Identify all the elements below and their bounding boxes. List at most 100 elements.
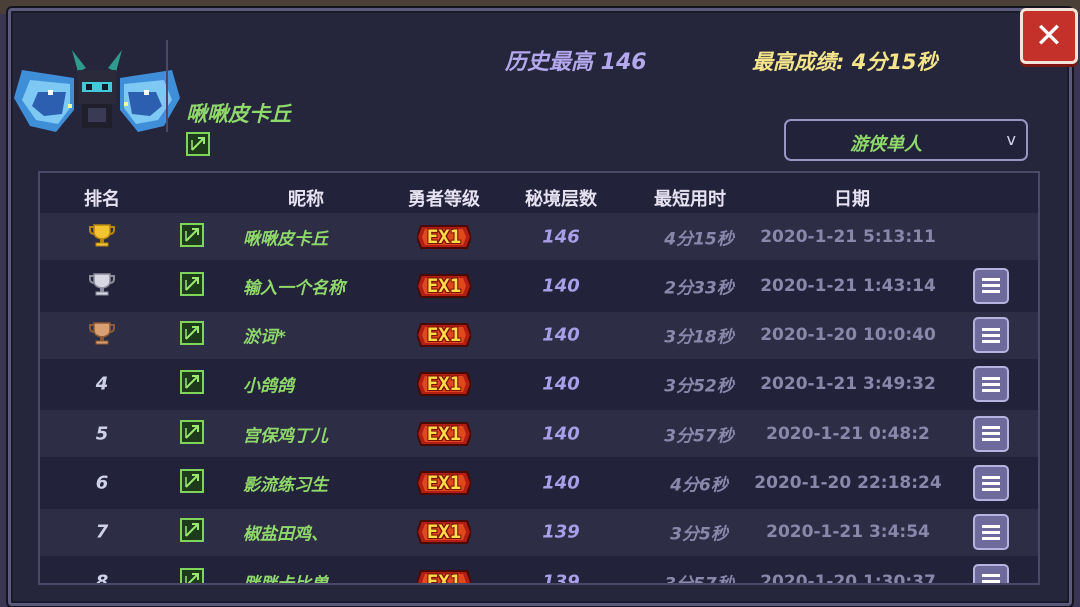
table-row: 8 胖胖卡比兽 EX1 139 3分57秒 2020-1-20 1:30:37 bbox=[40, 558, 1038, 585]
hero-level-badge: EX1 bbox=[417, 517, 471, 547]
dungeon-layers: 140 bbox=[542, 472, 580, 494]
record-date: 2020-1-21 5:13:11 bbox=[760, 226, 936, 247]
menu-icon bbox=[973, 366, 1009, 403]
hero-level-badge: EX1 bbox=[417, 567, 471, 585]
ranger-class-icon bbox=[180, 321, 204, 349]
header-layers: 秘境层数 bbox=[525, 189, 597, 210]
ranger-class-icon bbox=[180, 271, 204, 300]
best-score: 最高成绩: 4分15秒 bbox=[752, 50, 938, 74]
player-nickname: 淤词* bbox=[243, 327, 286, 348]
hero-level-text: EX1 bbox=[426, 225, 462, 248]
ranger-class-icon bbox=[180, 419, 204, 448]
player-nickname: 宫保鸡丁儿 bbox=[243, 426, 328, 447]
view-details-button[interactable] bbox=[973, 267, 1009, 304]
record-date: 2020-1-20 22:18:24 bbox=[754, 473, 942, 493]
ranger-class-icon bbox=[180, 567, 204, 583]
player-nickname: 影流练习生 bbox=[243, 475, 328, 496]
record-date: 2020-1-20 10:0:40 bbox=[760, 325, 936, 346]
hero-level-text: EX1 bbox=[426, 422, 462, 445]
view-details-button[interactable] bbox=[973, 465, 1009, 501]
table-row: 5 宫保鸡丁儿 EX1 140 3分57秒 2020-1-21 0:48:2 bbox=[40, 410, 1038, 458]
rank-number: 7 bbox=[95, 521, 109, 543]
header-date: 日期 bbox=[834, 189, 870, 210]
hero-level-text: EX1 bbox=[426, 472, 462, 494]
player-name: 啾啾皮卡丘 bbox=[186, 102, 291, 126]
menu-icon bbox=[973, 267, 1009, 304]
menu-icon bbox=[973, 317, 1009, 354]
fastest-time: 3分18秒 bbox=[664, 327, 734, 348]
dungeon-layers: 140 bbox=[542, 423, 580, 445]
header-rank: 排名 bbox=[84, 189, 120, 210]
view-details-button[interactable] bbox=[973, 366, 1009, 403]
table-row: 啾啾皮卡丘 EX1 146 4分15秒 2020-1-21 5:13:11 bbox=[40, 213, 1038, 260]
table-row: 淤词* EX1 140 3分18秒 2020-1-20 10:0:40 bbox=[40, 311, 1038, 359]
hero-level-text: EX1 bbox=[426, 274, 462, 297]
chevron-down-icon: v bbox=[1006, 130, 1016, 149]
table-row: 4 小鸽鸽 EX1 140 3分52秒 2020-1-21 3:49:32 bbox=[40, 360, 1038, 408]
player-nickname: 啾啾皮卡丘 bbox=[243, 229, 328, 249]
view-details-button[interactable] bbox=[973, 563, 1009, 583]
hero-level-badge: EX1 bbox=[417, 419, 471, 449]
fastest-time: 3分52秒 bbox=[664, 376, 734, 397]
dungeon-layers: 140 bbox=[542, 324, 580, 346]
player-nickname: 小鸽鸽 bbox=[243, 376, 294, 397]
dungeon-layers: 146 bbox=[542, 226, 580, 247]
header-hero-level: 勇者等级 bbox=[408, 189, 480, 210]
dungeon-layers: 139 bbox=[542, 521, 580, 543]
hero-level-badge: EX1 bbox=[417, 468, 471, 498]
record-date: 2020-1-20 1:30:37 bbox=[760, 571, 936, 585]
hero-level-text: EX1 bbox=[426, 373, 462, 396]
menu-icon bbox=[973, 415, 1009, 452]
hero-level-badge: EX1 bbox=[417, 320, 471, 350]
header-fastest-time: 最短用时 bbox=[654, 189, 726, 210]
mode-dropdown[interactable]: 游侠单人 v bbox=[784, 119, 1028, 161]
table-row: 6 影流练习生 EX1 140 4分6秒 2020-1-20 22:18:24 bbox=[40, 459, 1038, 507]
avatar-divider bbox=[166, 40, 168, 132]
hero-level-badge: EX1 bbox=[417, 222, 471, 252]
table-row: 输入一个名称 EX1 140 2分33秒 2020-1-21 1:43:14 bbox=[40, 262, 1038, 310]
fastest-time: 3分57秒 bbox=[664, 426, 734, 447]
close-button[interactable]: ✕ bbox=[1020, 8, 1078, 64]
rank-number: 8 bbox=[95, 571, 109, 585]
hero-level-text: EX1 bbox=[426, 324, 462, 347]
silver-trophy-icon bbox=[88, 272, 116, 300]
history-high-score: 历史最高 146 bbox=[505, 50, 647, 75]
ranger-class-icon bbox=[180, 222, 204, 251]
view-details-button[interactable] bbox=[973, 317, 1009, 354]
record-date: 2020-1-21 0:48:2 bbox=[766, 423, 930, 444]
mode-dropdown-value: 游侠单人 bbox=[850, 134, 922, 155]
record-date: 2020-1-21 1:43:14 bbox=[760, 275, 936, 296]
rank-number: 4 bbox=[95, 373, 109, 395]
hero-level-text: EX1 bbox=[426, 521, 462, 544]
rank-number: 5 bbox=[95, 423, 109, 445]
header-nickname: 昵称 bbox=[288, 189, 324, 210]
menu-icon bbox=[973, 514, 1009, 551]
ranger-class-icon bbox=[180, 469, 204, 497]
player-avatar bbox=[14, 50, 180, 132]
menu-icon bbox=[973, 465, 1009, 501]
player-nickname: 输入一个名称 bbox=[243, 278, 345, 299]
record-date: 2020-1-21 3:4:54 bbox=[766, 522, 930, 543]
ranger-class-icon bbox=[180, 518, 204, 546]
fastest-time: 4分6秒 bbox=[670, 475, 728, 496]
record-date: 2020-1-21 3:49:32 bbox=[760, 374, 936, 395]
dungeon-layers: 140 bbox=[542, 373, 580, 395]
ranger-class-icon bbox=[180, 370, 204, 398]
leaderboard-table: 排名 昵称 勇者等级 秘境层数 最短用时 日期 啾啾皮卡丘 EX1 146 4分15秒… bbox=[38, 171, 1040, 585]
player-nickname: 胖胖卡比兽 bbox=[243, 574, 328, 585]
player-nickname: 椒盐田鸡、 bbox=[243, 524, 328, 545]
fastest-time: 3分57秒 bbox=[664, 574, 734, 585]
dungeon-layers: 139 bbox=[542, 571, 580, 585]
fastest-time: 3分5秒 bbox=[670, 524, 728, 545]
fastest-time: 2分33秒 bbox=[664, 278, 734, 299]
hero-level-badge: EX1 bbox=[417, 369, 471, 399]
fastest-time: 4分15秒 bbox=[664, 229, 734, 249]
table-row: 7 椒盐田鸡、 EX1 139 3分5秒 2020-1-21 3:4:54 bbox=[40, 508, 1038, 556]
rank-number: 6 bbox=[95, 472, 109, 494]
menu-icon bbox=[973, 563, 1009, 583]
hero-level-text: EX1 bbox=[426, 570, 462, 585]
bronze-trophy-icon bbox=[88, 321, 116, 349]
gold-trophy-icon bbox=[88, 223, 116, 251]
view-details-button[interactable] bbox=[973, 514, 1009, 551]
view-details-button[interactable] bbox=[973, 415, 1009, 452]
